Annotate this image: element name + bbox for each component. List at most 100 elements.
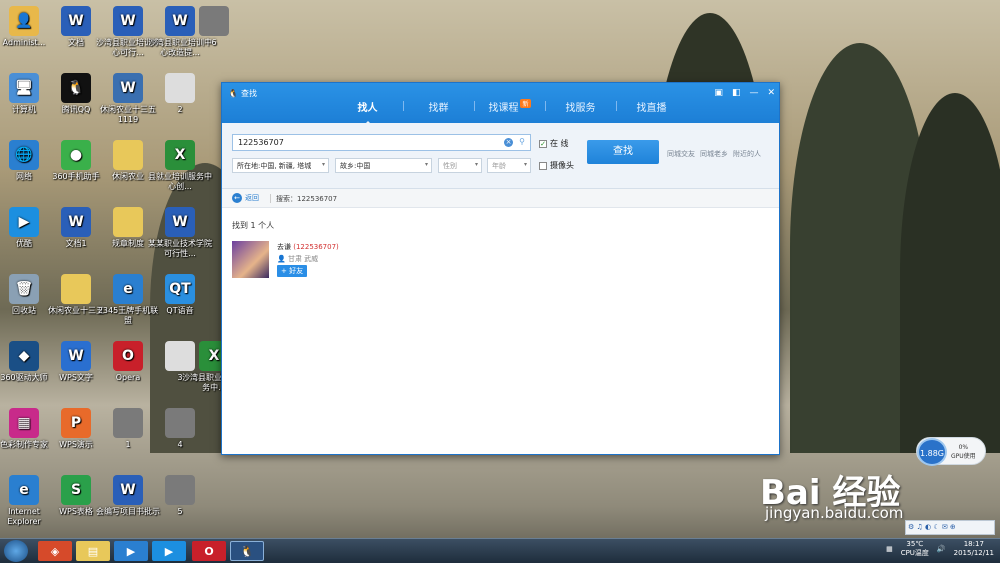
taskbar-photos-icon[interactable]: ◈ [38,541,72,561]
tab-bar: 找人 找群 找课程新 找服务 找直播 [332,99,687,126]
app-icon: W [61,6,91,36]
window-title-bar[interactable]: 🐧 查找 找人 找群 找课程新 找服务 找直播 ▣ ◧ — ✕ [222,83,779,126]
desktop-icon-label: 县就业培训服务中心创... [148,172,212,191]
qq-logo-icon: 🐧 [228,89,238,98]
desktop-icon[interactable]: 4 [148,408,212,450]
tray-icons-popup: ⚙ ♫ ◐ ☾ ✉ ⊕ [905,520,995,535]
minimize-button[interactable]: — [749,88,758,98]
avatar[interactable] [232,241,269,278]
camera-checkbox[interactable]: 摄像头 [539,160,574,171]
app-icon: ◆ [9,341,39,371]
search-input[interactable]: 122536707 × ⚲ [232,134,531,151]
app-icon: ▦ [9,408,39,438]
new-badge: 新 [520,99,531,108]
app-icon [113,140,143,170]
check-icon: ✓ [539,139,547,148]
location-pin-icon[interactable]: ⚲ [519,137,525,146]
clear-icon[interactable]: × [504,138,513,147]
quick-links: 同城交友 同城老乡 附近的人 [667,149,761,159]
results-count: 找到 1 个人 [232,221,275,230]
search-area: 122536707 × ⚲ ✓ 在 线 摄像头 所在地:中国, 新疆, 塔城 ▾ 故… [222,123,779,189]
gpu-percent: 0% [958,444,969,451]
system-tray: ▦ 35℃ CPU温度 🔊 18:17 2015/12/11 [886,540,994,558]
app-icon: W [165,207,195,237]
desktop-icon[interactable]: 6 [182,6,246,48]
desktop-icon-label: 某某职业技术学院可行性... [148,239,212,258]
tab-find-people[interactable]: 找人 [332,99,403,126]
window-title: 查找 [240,89,257,98]
app-icon: S [61,475,91,505]
app-icon: W [61,207,91,237]
desktop-icon-label: 2 [177,105,183,114]
add-friend-button[interactable]: + 好友 [277,265,308,277]
desktop-icon-label: 6 [211,38,217,47]
app-icon: 🖥 [9,73,39,103]
app-icon: P [61,408,91,438]
app-icon: W [113,6,143,36]
watermark-url: jingyan.baidu.com [765,504,904,522]
app-icon: ▶ [9,207,39,237]
search-breadcrumb: 搜索：122536707 [269,194,338,203]
app-icon: O [113,341,143,371]
close-button[interactable]: ✕ [767,88,775,98]
link-same-city[interactable]: 同城交友 [667,149,695,159]
user-id: (122536707) [293,243,339,251]
app-icon: 🗑 [9,274,39,304]
gpu-widget[interactable]: 1.88G 0% GPU使用 [916,437,986,466]
desktop-icon-label: 4 [177,440,183,449]
desktop-icon[interactable]: X 县就业培训服务中心创... [148,140,212,192]
app-icon: e [9,475,39,505]
link-nearby[interactable]: 附近的人 [733,149,761,159]
online-checkbox[interactable]: ✓ 在 线 [539,138,569,149]
app-icon: e [113,274,143,304]
taskbar-explorer-icon[interactable]: ▤ [76,541,110,561]
app-icon: 🐧 [61,73,91,103]
gpu-memory: 1.88G [917,438,947,466]
desktop-icon[interactable]: W 某某职业技术学院可行性... [148,207,212,259]
desktop-icon[interactable]: 5 [148,475,212,517]
desktop-icon[interactable]: 2 [148,73,212,115]
app-icon [113,207,143,237]
user-name[interactable]: 去谦 [277,243,291,251]
hometown-select[interactable]: 故乡:中国 ▾ [335,158,432,173]
volume-icon[interactable]: 🔊 [937,545,946,553]
location-select[interactable]: 所在地:中国, 新疆, 塔城 ▾ [232,158,329,173]
clock[interactable]: 18:17 2015/12/11 [954,540,994,558]
desktop-icon-label: 5 [177,507,183,516]
taskbar-youku-icon[interactable]: ▶ [152,541,186,561]
app-icon: ● [61,140,91,170]
app-icon [165,475,195,505]
app-icon [165,408,195,438]
desktop-icon-label: QT语音 [166,306,194,315]
result-card[interactable]: 去谦 (122536707) 👤 甘肃 武威 + 好友 [232,241,339,278]
taskbar-opera-icon[interactable]: O [192,541,226,561]
age-select[interactable]: 年龄 ▾ [487,158,531,173]
app-icon [199,6,229,36]
feedback-icon[interactable]: ▣ [714,88,723,98]
link-hometown[interactable]: 同城老乡 [700,149,728,159]
taskbar-qq-icon[interactable]: 🐧 [230,541,264,561]
taskbar-media-icon[interactable]: ▶ [114,541,148,561]
tray-network-icon[interactable]: ▦ [886,545,893,553]
gpu-label: GPU使用 [951,453,976,460]
app-icon [113,408,143,438]
app-icon: 🌐 [9,140,39,170]
tab-find-group[interactable]: 找群 [403,99,474,114]
result-nav: ← 返回 搜索：122536707 [222,189,779,208]
cpu-temp: 35℃ [906,540,924,548]
start-button[interactable] [4,540,28,562]
tab-find-course[interactable]: 找课程新 [474,99,545,114]
back-arrow-icon: ← [232,193,242,203]
desktop-icon[interactable]: QT QT语音 [148,274,212,316]
app-icon: 👤 [9,6,39,36]
tab-find-live[interactable]: 找直播 [616,99,687,114]
app-icon: W [113,73,143,103]
tab-find-service[interactable]: 找服务 [545,99,616,114]
person-icon: 👤 [277,255,286,263]
back-button[interactable]: ← 返回 [232,193,259,203]
app-icon: QT [165,274,195,304]
find-button[interactable]: 查找 [587,140,659,164]
gender-select[interactable]: 性别 ▾ [438,158,482,173]
skin-icon[interactable]: ◧ [732,88,741,98]
app-icon [61,274,91,304]
